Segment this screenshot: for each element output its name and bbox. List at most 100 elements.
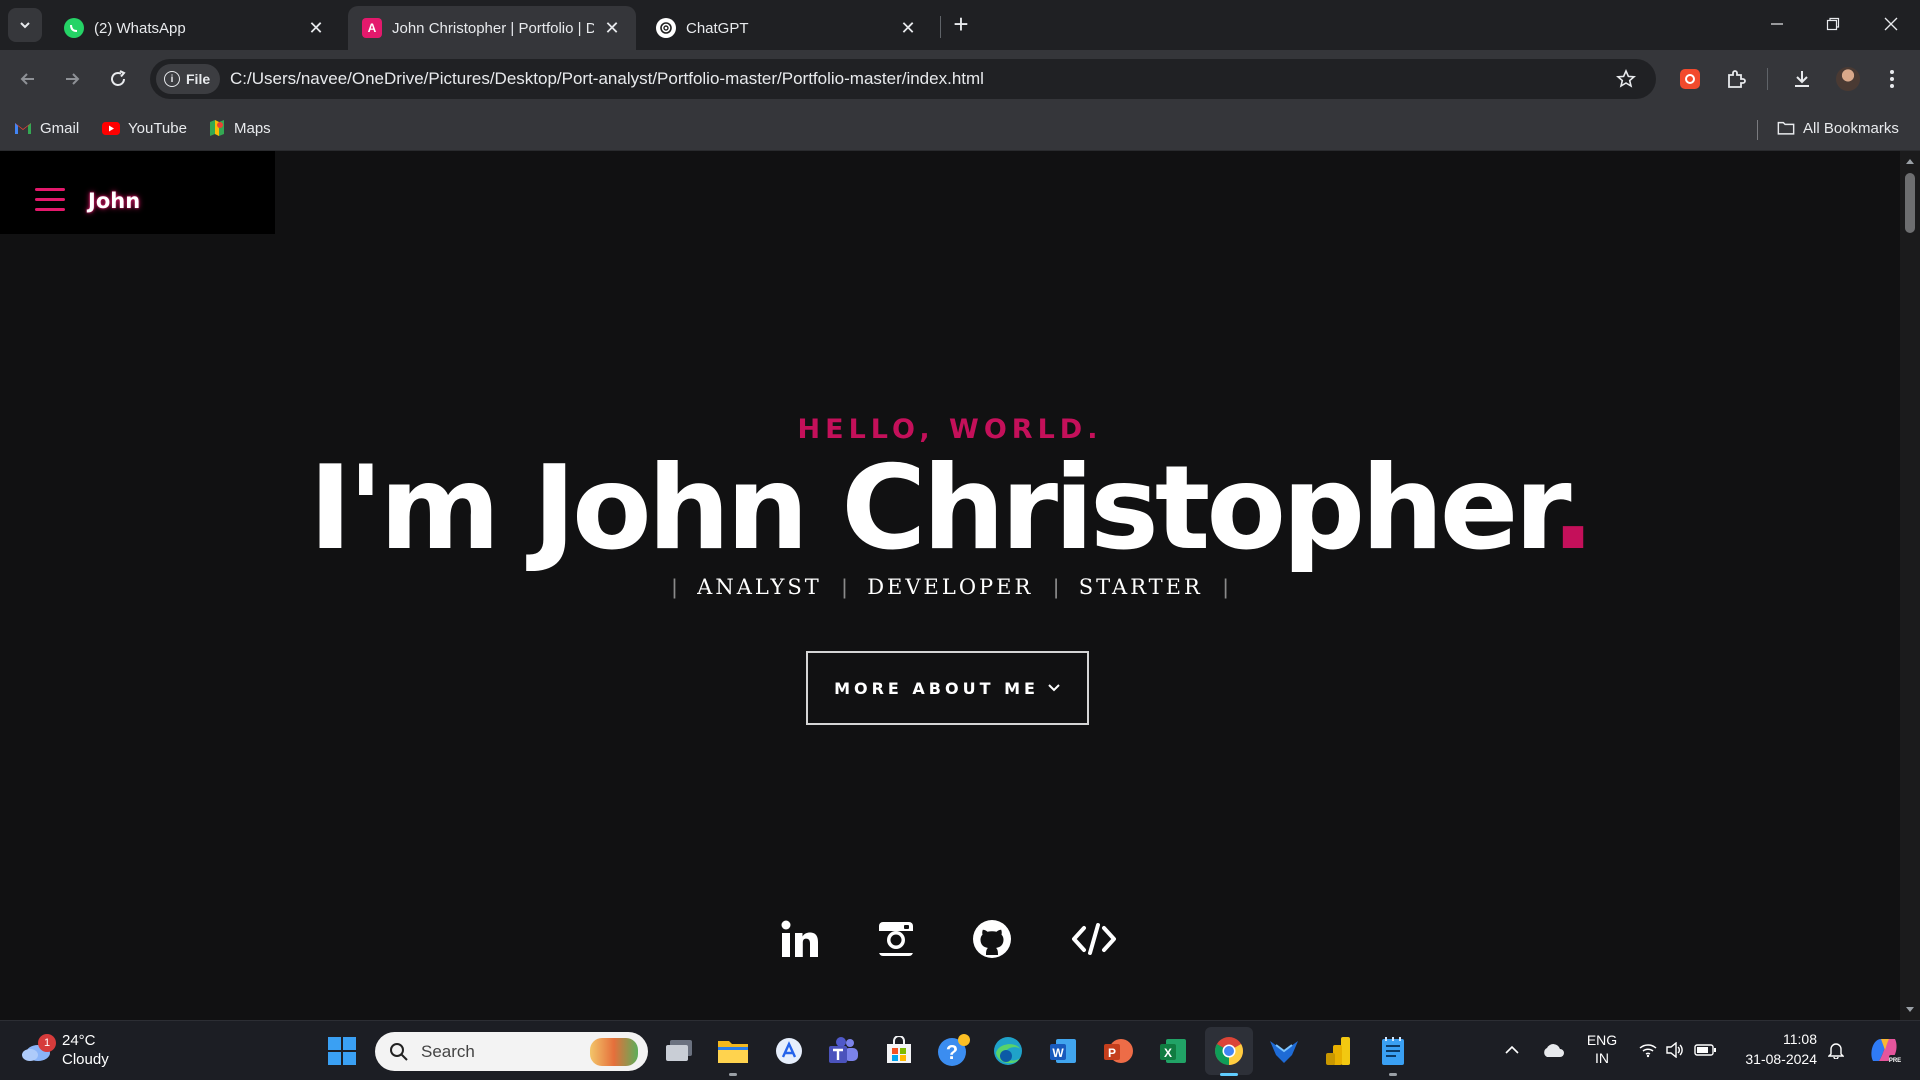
address-bar[interactable]: i File C:/Users/navee/OneDrive/Pictures/… (150, 59, 1656, 99)
page-viewport: HELLO, WORLD. I'm John Christopher. | ANA… (0, 151, 1900, 1020)
site-brand[interactable]: John (88, 189, 140, 213)
weather-temperature: 24°C (62, 1032, 96, 1049)
svg-text:W: W (1052, 1046, 1064, 1060)
chevron-down-icon (20, 22, 30, 29)
tab-search-button[interactable] (8, 8, 42, 42)
bookmark-gmail[interactable]: Gmail (14, 119, 79, 137)
language-indicator[interactable]: ENG IN (1580, 1031, 1624, 1067)
new-tab-button[interactable]: + (948, 11, 974, 38)
weather-badge: 1 (38, 1034, 56, 1052)
bookmark-star-button[interactable] (1608, 61, 1644, 97)
bookmark-maps[interactable]: Maps (208, 119, 271, 137)
vpn-app-button[interactable] (1266, 1033, 1302, 1069)
more-about-me-button[interactable]: MORE ABOUT ME (806, 651, 1089, 725)
word-button[interactable]: W (1045, 1033, 1081, 1069)
notepad-button[interactable] (1375, 1033, 1411, 1069)
github-link[interactable] (970, 917, 1014, 961)
hamburger-menu-button[interactable] (35, 188, 65, 212)
get-help-button[interactable]: ? (936, 1033, 972, 1069)
power-bi-button[interactable] (1320, 1033, 1356, 1069)
microsoft-store-button[interactable] (881, 1033, 917, 1069)
language-code: ENG (1586, 1032, 1618, 1048)
copilot-icon: PRE (1871, 1039, 1901, 1064)
excel-icon: X (1160, 1039, 1186, 1063)
tab-chatgpt[interactable]: ChatGPT ✕ (642, 6, 932, 50)
teams-icon (829, 1037, 858, 1063)
page-scrollbar[interactable] (1900, 151, 1920, 1020)
maps-icon (208, 119, 226, 137)
task-view-icon (666, 1040, 692, 1061)
back-button[interactable] (10, 61, 46, 97)
forward-button[interactable] (54, 61, 90, 97)
scroll-down-icon[interactable] (1906, 1007, 1914, 1012)
role-separator: | (1053, 576, 1059, 599)
excel-button[interactable]: X (1155, 1033, 1191, 1069)
running-indicator (1389, 1073, 1397, 1076)
scroll-up-icon[interactable] (1906, 159, 1914, 164)
linkedin-link[interactable] (778, 917, 822, 961)
chrome-icon (1215, 1037, 1243, 1065)
teams-button[interactable] (826, 1033, 862, 1069)
tab-portfolio[interactable]: A John Christopher | Portfolio | Develop… (348, 6, 636, 50)
bookmark-label: YouTube (128, 119, 187, 137)
close-icon[interactable]: ✕ (602, 18, 622, 38)
all-bookmarks-button[interactable]: All Bookmarks (1777, 119, 1899, 137)
site-info-chip[interactable]: i File (156, 64, 220, 94)
instagram-link[interactable] (874, 917, 918, 961)
bookmark-youtube[interactable]: YouTube (102, 119, 187, 137)
reload-button[interactable] (100, 61, 136, 97)
show-hidden-icons-button[interactable] (1500, 1035, 1524, 1065)
menu-button[interactable] (1874, 61, 1910, 97)
start-button[interactable] (324, 1033, 360, 1069)
weather-widget[interactable]: 1 24°C Cloudy (20, 1031, 109, 1069)
hero-dot: . (1551, 441, 1595, 576)
notifications-button[interactable] (1823, 1035, 1849, 1065)
task-view-button[interactable] (661, 1033, 697, 1069)
code-icon (1072, 923, 1116, 955)
svg-text:PRE: PRE (1889, 1058, 1901, 1064)
url-text[interactable]: C:/Users/navee/OneDrive/Pictures/Desktop… (230, 69, 984, 89)
chatgpt-icon (656, 18, 676, 38)
powerpoint-button[interactable]: P (1100, 1033, 1136, 1069)
running-indicator (729, 1073, 737, 1076)
minimize-button[interactable] (1754, 8, 1800, 40)
tab-whatsapp[interactable]: (2) WhatsApp ✕ (50, 6, 340, 50)
close-window-button[interactable] (1868, 8, 1914, 40)
taskbar-search[interactable]: Search (375, 1032, 648, 1071)
puzzle-icon (1728, 70, 1746, 88)
clock-date: 31-08-2024 (1745, 1051, 1817, 1067)
copilot-app-button[interactable] (771, 1033, 807, 1069)
extension-button[interactable] (1672, 61, 1708, 97)
copilot-button[interactable]: PRE (1864, 1033, 1904, 1067)
onedrive-button[interactable] (1538, 1035, 1568, 1065)
word-icon: W (1050, 1039, 1076, 1063)
close-icon[interactable]: ✕ (306, 18, 326, 38)
downloads-button[interactable] (1784, 61, 1820, 97)
system-clock[interactable]: 11:08 31-08-2024 (1737, 1029, 1817, 1069)
wifi-button[interactable] (1636, 1035, 1660, 1065)
download-icon (1795, 71, 1809, 87)
info-icon: i (164, 71, 180, 87)
edge-icon (994, 1037, 1022, 1065)
extensions-button[interactable] (1718, 61, 1754, 97)
chrome-button[interactable] (1205, 1027, 1253, 1075)
svg-text:P: P (1108, 1046, 1116, 1060)
role-item: DEVELOPER (867, 575, 1034, 599)
scrollbar-thumb[interactable] (1905, 173, 1915, 233)
bookmarks-divider (1757, 120, 1758, 140)
close-icon[interactable]: ✕ (898, 18, 918, 38)
avatar (1836, 67, 1860, 91)
code-link[interactable] (1071, 917, 1117, 961)
portfolio-icon: A (362, 18, 382, 38)
restore-button[interactable] (1810, 8, 1856, 40)
screen-recorder-icon (1680, 69, 1700, 89)
reload-icon (111, 70, 126, 86)
battery-button[interactable] (1692, 1035, 1718, 1065)
profile-button[interactable] (1830, 61, 1866, 97)
file-explorer-button[interactable] (715, 1033, 751, 1069)
wifi-icon (1639, 1044, 1657, 1058)
volume-button[interactable] (1663, 1035, 1687, 1065)
edge-button[interactable] (990, 1033, 1026, 1069)
bookmark-label: Maps (234, 119, 271, 137)
bookmarks-bar: Gmail YouTube Maps All Bookmarks (0, 108, 1920, 151)
